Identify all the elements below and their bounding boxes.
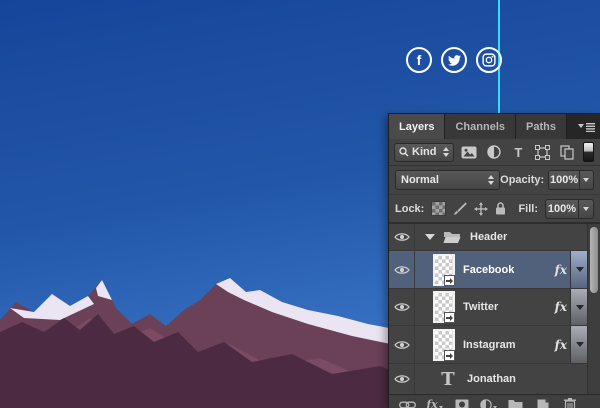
panel-menu-icon[interactable] [572, 114, 600, 139]
tab-channels[interactable]: Channels [445, 114, 516, 139]
text-layer-thumbnail[interactable]: T [437, 369, 459, 390]
fill-dropdown-button[interactable] [579, 198, 594, 219]
canvas-social-icons: f [406, 47, 502, 73]
link-layers-button[interactable] [394, 401, 421, 408]
kind-stepper-icon [443, 147, 450, 157]
blend-mode-value: Normal [401, 174, 439, 186]
layer-row-facebook[interactable]: Facebook fx [389, 251, 589, 289]
eye-icon [393, 375, 410, 383]
filter-adjustment-layers-icon[interactable] [485, 144, 504, 160]
lock-row: Lock: Fill: 100% [389, 195, 600, 224]
fill-value-field[interactable]: 100% [545, 198, 579, 219]
eye-icon [393, 340, 410, 349]
layer-row-jonathan[interactable]: T Jonathan [389, 364, 589, 394]
twitter-bird-glyph [447, 54, 461, 66]
layer-row-twitter[interactable]: Twitter fx [389, 289, 589, 326]
eye-icon [393, 303, 410, 311]
opacity-value-field[interactable]: 100% [548, 170, 580, 190]
eye-icon [393, 265, 410, 274]
layer-thumbnail[interactable] [433, 253, 455, 286]
tab-layers[interactable]: Layers [389, 114, 446, 139]
layer-fx-badge: fx [554, 262, 567, 277]
filter-toggle-switch[interactable] [582, 142, 594, 162]
photoshop-workspace: f Layers Channels Paths Kind T Normal Op… [0, 0, 600, 408]
filter-smart-objects-icon[interactable] [558, 144, 577, 160]
layer-list: Header Facebook fx Twitter fx Instagram … [389, 224, 600, 394]
panel-tab-bar: Layers Channels Paths [389, 114, 600, 139]
lock-all-icon[interactable] [495, 202, 506, 215]
layer-filter-row: Kind T [389, 139, 600, 166]
smart-object-badge-icon [444, 312, 455, 323]
chevron-down-icon [576, 304, 584, 310]
smart-object-badge-icon [444, 274, 455, 286]
instagram-camera-glyph [482, 53, 496, 67]
panel-bottom-bar: fx [389, 394, 600, 408]
layer-fx-badge: fx [554, 300, 567, 314]
layer-name: Jonathan [467, 373, 516, 385]
layer-list-scrollbar[interactable] [587, 224, 600, 394]
disclosure-triangle-icon[interactable] [425, 234, 435, 240]
lock-position-icon[interactable] [474, 201, 489, 216]
blend-opacity-row: Normal Opacity: 100% [389, 166, 600, 195]
facebook-icon[interactable]: f [406, 47, 432, 73]
eye-icon [393, 233, 410, 241]
smart-object-badge-icon [444, 349, 455, 361]
filter-kind-select[interactable]: Kind [394, 142, 455, 162]
opacity-dropdown-button[interactable] [579, 170, 595, 190]
layer-name: Twitter [463, 301, 499, 313]
lock-transparency-icon[interactable] [431, 201, 447, 216]
add-layer-style-button[interactable]: fx [421, 398, 448, 408]
blend-mode-select[interactable]: Normal [395, 170, 501, 190]
layer-row-header[interactable]: Header [389, 224, 589, 251]
twitter-icon[interactable] [441, 47, 467, 73]
new-adjustment-layer-button[interactable] [475, 398, 502, 408]
add-layer-mask-button[interactable] [448, 399, 475, 408]
fx-glyph: fx [426, 398, 438, 408]
filter-kind-label: Kind [412, 146, 437, 158]
lock-paint-brush-icon[interactable] [453, 202, 468, 215]
chevron-down-icon [583, 206, 589, 211]
layer-name: Header [470, 231, 508, 243]
layer-fx-badge: fx [554, 337, 567, 352]
group-folder-icon [443, 231, 461, 243]
layer-thumbnail[interactable] [433, 291, 455, 323]
delete-layer-button[interactable] [556, 398, 583, 408]
chevron-down-icon [576, 267, 584, 272]
new-layer-button[interactable] [529, 399, 556, 408]
layer-thumbnail[interactable] [433, 328, 455, 361]
layer-name: Facebook [463, 263, 515, 276]
layers-panel: Layers Channels Paths Kind T Normal Opac… [388, 113, 600, 408]
visibility-toggle[interactable] [389, 289, 415, 325]
visibility-toggle[interactable] [389, 251, 415, 288]
visibility-toggle[interactable] [389, 364, 415, 394]
blend-stepper-icon [488, 175, 495, 185]
facebook-glyph: f [416, 51, 422, 68]
search-icon [399, 147, 409, 157]
lock-label: Lock: [395, 202, 425, 215]
layer-name: Instagram [463, 338, 516, 351]
scrollbar-thumb[interactable] [590, 227, 598, 293]
chevron-down-icon [576, 342, 584, 347]
filter-shape-layers-icon[interactable] [534, 144, 553, 160]
new-group-button[interactable] [502, 399, 529, 408]
layer-row-instagram[interactable]: Instagram fx [389, 326, 589, 364]
fill-label: Fill: [518, 202, 538, 215]
visibility-toggle[interactable] [389, 326, 415, 363]
opacity-label: Opacity: [500, 174, 545, 186]
tab-paths[interactable]: Paths [516, 114, 567, 139]
visibility-toggle[interactable] [389, 224, 415, 250]
instagram-icon[interactable] [476, 47, 502, 73]
menu-glyph [577, 122, 595, 132]
filter-pixel-layers-icon[interactable] [460, 144, 479, 160]
chevron-down-icon [583, 178, 590, 182]
filter-type-layers-icon[interactable]: T [509, 144, 528, 160]
